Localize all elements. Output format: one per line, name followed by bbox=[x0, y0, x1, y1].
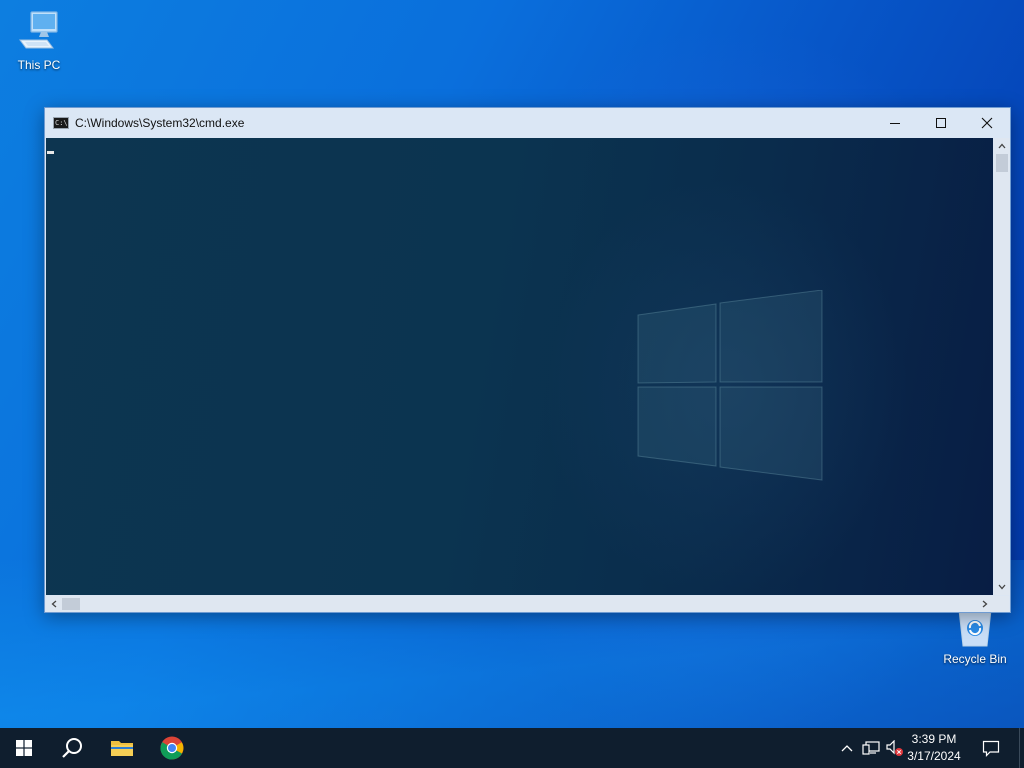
maximize-button[interactable] bbox=[918, 108, 964, 138]
search-icon bbox=[62, 738, 82, 758]
desktop-icon-label: This PC bbox=[17, 58, 61, 72]
show-hidden-icons-button[interactable] bbox=[838, 728, 856, 768]
console-output-area[interactable] bbox=[46, 138, 993, 595]
horizontal-scroll-thumb[interactable] bbox=[62, 598, 80, 610]
close-button[interactable] bbox=[964, 108, 1010, 138]
minimize-button[interactable] bbox=[872, 108, 918, 138]
chevron-left-icon bbox=[51, 600, 57, 608]
maximize-icon bbox=[936, 118, 946, 128]
folder-icon bbox=[111, 741, 133, 756]
minimize-icon bbox=[890, 123, 900, 124]
window-titlebar[interactable]: C:\ C:\Windows\System32\cmd.exe bbox=[45, 108, 1010, 138]
chrome-button[interactable] bbox=[148, 728, 196, 768]
desktop-icon-label: Recycle Bin bbox=[943, 652, 1007, 666]
scroll-down-button[interactable] bbox=[994, 579, 1010, 595]
notification-icon bbox=[982, 740, 1000, 757]
this-pc-icon bbox=[17, 10, 61, 54]
horizontal-scrollbar[interactable] bbox=[46, 596, 1009, 612]
scroll-right-button[interactable] bbox=[977, 596, 993, 612]
file-explorer-button[interactable] bbox=[98, 728, 146, 768]
vertical-scroll-thumb[interactable] bbox=[996, 154, 1008, 172]
scroll-up-button[interactable] bbox=[994, 138, 1010, 154]
clock[interactable]: 3:39 PM 3/17/2024 bbox=[902, 731, 966, 765]
close-icon bbox=[981, 117, 993, 129]
taskbar: 3:39 PM 3/17/2024 bbox=[0, 728, 1024, 768]
desktop-icon-this-pc[interactable]: This PC bbox=[1, 10, 77, 72]
window-title: C:\Windows\System32\cmd.exe bbox=[75, 116, 245, 130]
console-app-icon: C:\ bbox=[53, 117, 69, 129]
show-desktop-button[interactable] bbox=[1019, 728, 1024, 768]
chevron-up-icon bbox=[998, 143, 1006, 149]
search-button[interactable] bbox=[48, 728, 96, 768]
scroll-left-button[interactable] bbox=[46, 596, 62, 612]
desktop-icon-recycle-bin[interactable]: Recycle Bin bbox=[937, 604, 1013, 666]
network-icon bbox=[862, 741, 880, 755]
windows-logo-watermark bbox=[637, 290, 823, 481]
console-window[interactable]: C:\ C:\Windows\System32\cmd.exe bbox=[44, 107, 1011, 613]
notification-center-button[interactable] bbox=[970, 728, 1012, 768]
clock-date: 3/17/2024 bbox=[907, 749, 961, 763]
chevron-up-icon bbox=[841, 745, 853, 752]
start-button[interactable] bbox=[0, 728, 48, 768]
clock-time: 3:39 PM bbox=[911, 732, 957, 746]
vertical-scrollbar[interactable] bbox=[994, 138, 1010, 595]
windows-logo-icon bbox=[16, 740, 32, 756]
chrome-icon bbox=[160, 736, 184, 760]
network-button[interactable] bbox=[860, 728, 882, 768]
chevron-down-icon bbox=[998, 584, 1006, 590]
text-cursor bbox=[47, 151, 54, 154]
chevron-right-icon bbox=[982, 600, 988, 608]
